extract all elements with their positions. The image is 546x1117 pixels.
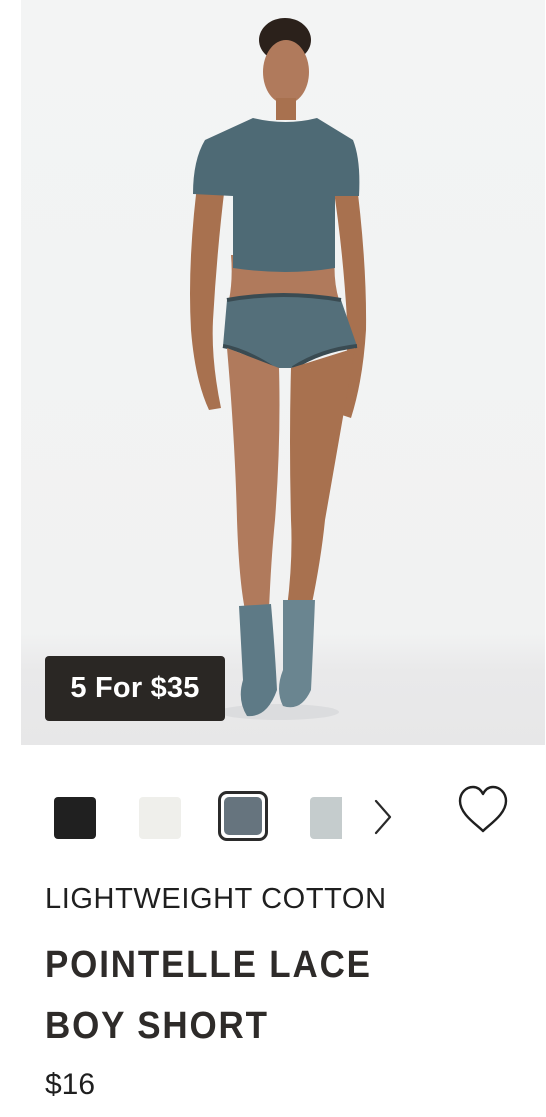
swatch-light-grey[interactable]: [310, 797, 342, 839]
product-collection: LIGHTWEIGHT COTTON: [45, 883, 387, 915]
product-title[interactable]: POINTELLE LACE BOY SHORT: [45, 935, 459, 1057]
swatch-black[interactable]: [54, 797, 96, 839]
promo-badge[interactable]: 5 For $35: [45, 656, 225, 721]
swatch-white[interactable]: [139, 797, 181, 839]
product-price: $16: [45, 1068, 96, 1101]
product-image[interactable]: [21, 0, 545, 745]
swatch-slate-selected[interactable]: [218, 791, 268, 841]
model-illustration: [190, 18, 367, 720]
heart-outline-icon[interactable]: [456, 784, 510, 836]
swatch-slate-fill: [224, 797, 262, 835]
chevron-right-icon[interactable]: [370, 797, 396, 837]
